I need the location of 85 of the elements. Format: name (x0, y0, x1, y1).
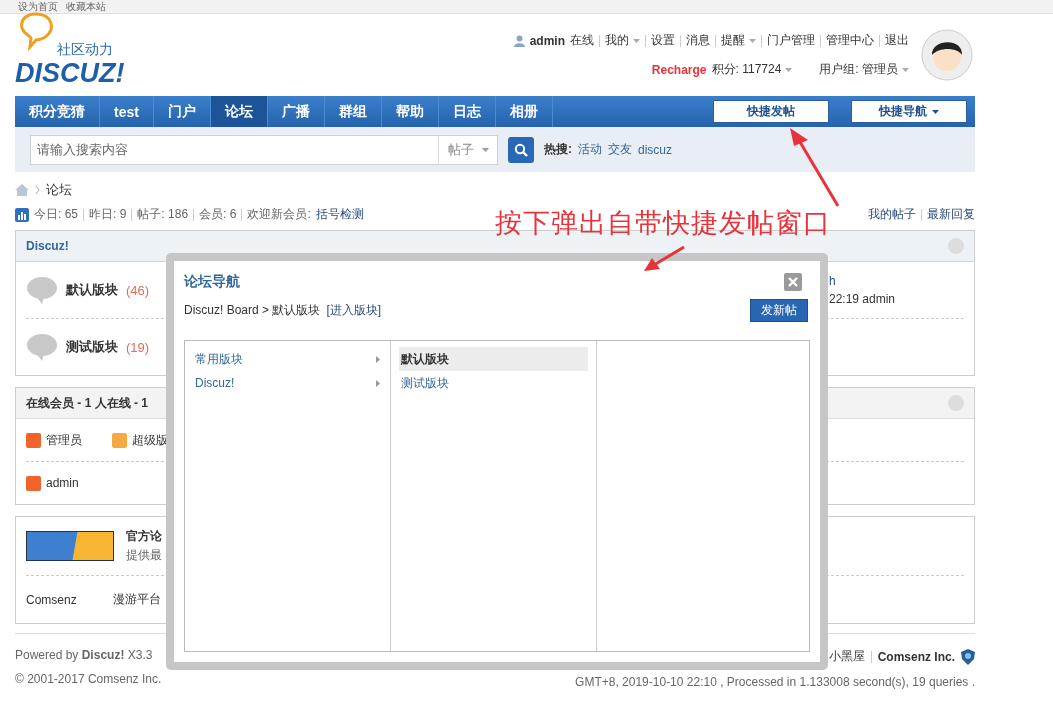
last-post-text: 22:19 admin (829, 292, 897, 306)
logo-wordmark: DISCUZ! (15, 59, 125, 87)
stat-text: 今日: 65 (34, 206, 78, 223)
username-link[interactable]: admin (529, 33, 565, 48)
featured-link-title[interactable]: 官方论 (126, 528, 162, 545)
post-count: (46) (126, 282, 150, 298)
forum-item[interactable]: 默认版块 (399, 347, 588, 371)
friend-link[interactable]: Comsenz (26, 592, 77, 607)
forum-name-link[interactable]: 默认版块 (66, 281, 118, 299)
search-icon (514, 142, 528, 157)
quick-button[interactable]: 快捷发帖 (713, 100, 829, 123)
quick-button[interactable]: 快捷导航 (851, 100, 967, 123)
caret-icon (481, 147, 489, 152)
online-status: 在线 (570, 32, 594, 49)
top-link[interactable]: 收藏本站 (66, 0, 106, 13)
home-icon[interactable] (15, 184, 29, 196)
search-type-select[interactable]: 帖子 (438, 135, 497, 164)
forum-group-item[interactable]: Discuz! (193, 371, 382, 395)
hot-search-link[interactable]: 活动 (578, 141, 602, 158)
section-title: 在线会员 - 1 人在线 - 1 (26, 394, 148, 412)
close-icon (788, 277, 798, 287)
credits-menu[interactable]: 积分: 117724 (711, 61, 793, 78)
hot-search-link[interactable]: discuz (638, 142, 672, 157)
post-count: (19) (126, 339, 150, 355)
quick-link[interactable]: 我的帖子 (868, 206, 916, 223)
caret-icon (785, 67, 793, 72)
quick-link[interactable]: 最新回复 (927, 206, 975, 223)
new-post-button[interactable]: 发新帖 (750, 299, 808, 322)
chart-icon (15, 207, 29, 222)
search-button[interactable] (508, 136, 534, 163)
usergroup-menu[interactable]: 用户组: 管理员 (819, 61, 909, 78)
user-group-label: 超级版 (132, 431, 168, 449)
annotation-text: 按下弹出自带快捷发帖窗口 (495, 206, 831, 240)
top-link[interactable]: 设为首页 (18, 0, 58, 13)
footer-link[interactable]: Comsenz Inc. (877, 649, 955, 664)
stat-text: 昨日: 9 (89, 206, 127, 223)
caret-icon (902, 67, 909, 72)
forum-item[interactable]: 测试版块 (399, 371, 588, 395)
annotation-arrow (644, 245, 685, 271)
forum-group-item[interactable]: 常用版块 (193, 347, 382, 371)
dialog-title: 论坛导航 (184, 273, 240, 291)
powered-by-text: Powered by Discuz! X3.3 (15, 648, 154, 662)
last-post-text: h (829, 274, 837, 288)
logo-image[interactable] (26, 531, 114, 561)
enter-forum-link[interactable]: [进入版块] (326, 302, 382, 319)
speech-bubble-icon (26, 276, 58, 304)
user-menu-link[interactable]: 提醒 (721, 32, 756, 49)
recharge-link[interactable]: Recharge (651, 62, 707, 77)
user-menu-link[interactable]: 退出 (885, 32, 909, 49)
submenu-arrow-icon (376, 380, 380, 387)
member-link[interactable]: admin (46, 476, 79, 490)
forum-name-link[interactable]: 测试版块 (66, 338, 118, 356)
user-menu-link[interactable]: 管理中心 (826, 32, 874, 49)
logo-tagline: 社区动力 (56, 41, 114, 59)
search-field[interactable]: 请输入搜索内容 帖子 (30, 134, 498, 165)
caret-icon (633, 38, 640, 43)
caret-icon (932, 109, 939, 114)
user-group-label: 管理员 (46, 431, 82, 449)
stat-text: 帖子: 186 (137, 206, 189, 223)
section-title[interactable]: Discuz! (26, 239, 69, 253)
speech-bubble-icon (26, 333, 58, 361)
hot-search-link[interactable]: 交友 (608, 141, 632, 158)
user-icon (513, 34, 525, 47)
new-member-link[interactable]: 括号检测 (315, 206, 364, 223)
avatar-icon[interactable] (921, 29, 973, 81)
user-menu-link[interactable]: 设置 (651, 32, 675, 49)
hot-search-label: 热搜: (544, 141, 572, 158)
submenu-arrow-icon (376, 356, 380, 363)
featured-link-description: 提供最 (126, 547, 162, 564)
breadcrumb-link[interactable]: 论坛 (46, 181, 72, 199)
footer-link[interactable]: 小黑屋 (828, 648, 865, 665)
processing-stats-text: GMT+8, 2019-10-10 22:10 , Processed in 1.133008 second(s), 19 queries . (575, 675, 975, 689)
user-menu-link[interactable]: 门户管理 (767, 32, 815, 49)
dialog-breadcrumb: Discuz! Board > 默认版块 (184, 302, 321, 319)
nav-tab[interactable]: 论坛 (210, 96, 268, 127)
copyright-text: © 2001-2017 Comsenz Inc. (15, 672, 162, 686)
shield-icon (961, 648, 975, 665)
caret-icon (749, 38, 756, 43)
user-menu-link[interactable]: 我的 (605, 32, 640, 49)
stat-text: 会员: 6 (199, 206, 237, 223)
close-button[interactable] (784, 273, 802, 291)
welcome-label: 欢迎新会员: (247, 206, 311, 223)
user-menu-link[interactable]: 消息 (686, 32, 710, 49)
friend-link[interactable]: 漫游平台 (112, 591, 161, 608)
chevron-icon (35, 186, 40, 194)
